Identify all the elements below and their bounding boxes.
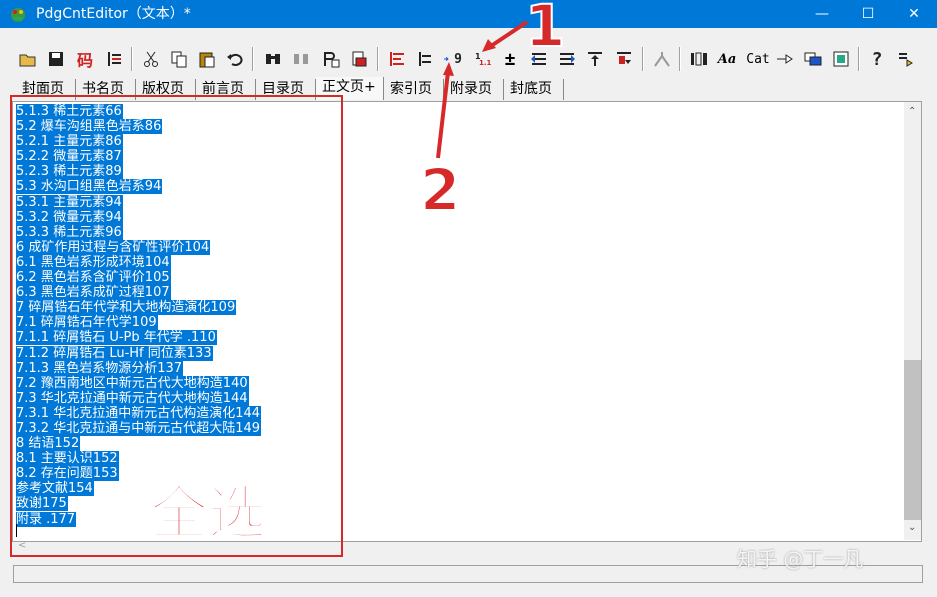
close-button[interactable]: ✕: [891, 0, 937, 28]
tab-back-cover[interactable]: 封底页: [504, 79, 564, 100]
scroll-down-icon[interactable]: ⌄: [908, 522, 916, 533]
indent-level-icon[interactable]: [414, 48, 436, 70]
toolbar-separator: [858, 47, 860, 71]
toolbar-separator: [642, 47, 644, 71]
step-2-label: 2: [419, 156, 461, 224]
save-icon[interactable]: [45, 48, 67, 70]
align-text-icon[interactable]: [386, 48, 408, 70]
tab-appendix[interactable]: 附录页: [444, 79, 504, 100]
preview-icon[interactable]: [830, 48, 852, 70]
move-up-icon[interactable]: [584, 48, 606, 70]
cut-icon[interactable]: [140, 48, 162, 70]
help-button[interactable]: ?: [866, 48, 888, 70]
paste-icon[interactable]: [196, 48, 218, 70]
svg-text:1.1.1: 1.1.1: [479, 59, 492, 67]
toolbar-separator: [252, 47, 254, 71]
find-icon[interactable]: [262, 48, 284, 70]
copy-icon[interactable]: [168, 48, 190, 70]
window-title: PdgCntEditor（文本）*: [36, 6, 191, 22]
number-increment-icon[interactable]: 11.1.1: [472, 48, 494, 70]
split-icon[interactable]: [651, 48, 673, 70]
scroll-up-icon[interactable]: ⌃: [908, 106, 916, 117]
window-layout-icon[interactable]: [802, 48, 824, 70]
toolbar-separator: [679, 47, 681, 71]
tab-index[interactable]: 索引页: [384, 79, 444, 100]
toolbar-separator: [131, 47, 133, 71]
undo-icon[interactable]: [224, 48, 246, 70]
list-edit-icon[interactable]: [103, 48, 125, 70]
title-bar: PdgCntEditor（文本）* — ☐ ✕: [0, 0, 937, 28]
scrollbar-thumb[interactable]: [904, 360, 921, 520]
page-number-label: 9: [454, 51, 462, 67]
replace-icon[interactable]: [320, 48, 342, 70]
font-button[interactable]: Aa: [716, 48, 738, 70]
plus-minus-button[interactable]: ±: [499, 48, 521, 70]
replace-all-icon[interactable]: [348, 48, 370, 70]
cat-button[interactable]: Cat: [745, 48, 771, 70]
toolbar-separator: [377, 47, 379, 71]
step-1-label: 1: [524, 0, 566, 60]
watermark: 知乎 @丁一凡: [737, 547, 864, 571]
columns-icon[interactable]: [688, 48, 710, 70]
find-next-icon[interactable]: [290, 48, 312, 70]
minimize-button[interactable]: —: [799, 0, 845, 28]
app-icon: [11, 8, 25, 22]
select-all-label: 全选: [149, 478, 267, 548]
move-down-icon[interactable]: [613, 48, 635, 70]
exit-icon[interactable]: [894, 48, 916, 70]
pin-icon[interactable]: [774, 48, 796, 70]
maximize-button[interactable]: ☐: [845, 0, 891, 28]
page-number-button[interactable]: 9: [442, 48, 464, 70]
code-button[interactable]: 码: [74, 48, 96, 70]
open-folder-icon[interactable]: [17, 48, 39, 70]
